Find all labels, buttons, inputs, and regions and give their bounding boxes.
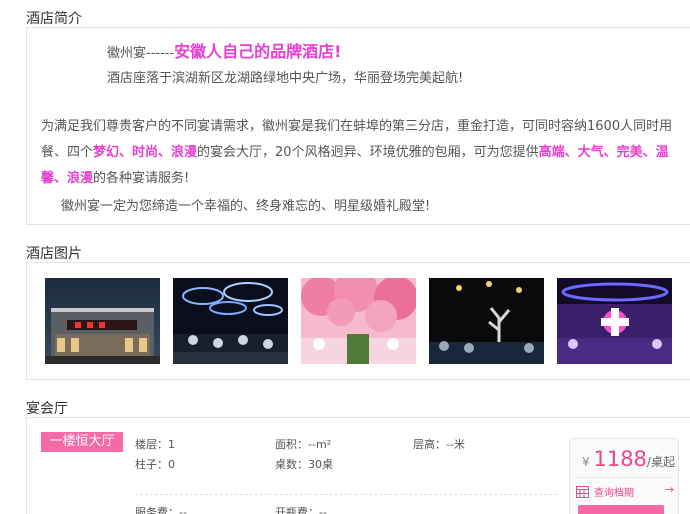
hall-tables: 桌数：30桌: [275, 458, 333, 471]
price-unit: /桌起: [646, 455, 675, 469]
hotel-photo-exterior[interactable]: [45, 278, 160, 364]
banquet-section-title: 宴会厅: [26, 401, 68, 417]
para1-line1: 为满足我们尊贵客户的不同宴请需求，徽州宴是我们在蚌埠的第三分店，重金打造，可同时…: [41, 119, 673, 134]
slogan-prefix: 徽州宴------: [107, 46, 175, 61]
hall-name-tag[interactable]: 一楼恒大厅: [41, 432, 123, 452]
hall-pillars: 柱子：0: [135, 458, 175, 471]
hotel-photo-pink-hall[interactable]: [301, 278, 416, 364]
photos-section-title: 酒店图片: [26, 246, 82, 262]
para1-text-c: 的各种宴请服务!: [93, 171, 190, 186]
price-value: 1188: [593, 447, 647, 471]
hall-service-fee: 服务费：--: [135, 506, 187, 514]
intro-slogan-line: 徽州宴------安徽人自己的品牌酒店!: [107, 38, 341, 62]
calendar-icon: [576, 483, 589, 502]
spec-divider: [135, 494, 557, 495]
banquet-panel: 一楼恒大厅 楼层：1 面积：--m² 层高：--米 柱子：0 桌数：30桌 服务…: [26, 417, 690, 514]
price-box: ¥ 1188/桌起 查询档期 →: [569, 438, 679, 514]
para1-text-b: 的宴会大厅，20个风格迥异、环境优雅的包厢，可为您提供: [197, 145, 539, 160]
intro-section-title: 酒店简介: [26, 11, 82, 27]
check-schedule-label: 查询档期: [594, 488, 634, 499]
para1-highlight-3: 馨、浪漫: [41, 171, 94, 186]
hotel-photo-purple-hall[interactable]: [557, 278, 672, 364]
arrow-right-icon: →: [664, 483, 674, 496]
hotel-photo-blue-hall[interactable]: [173, 278, 288, 364]
check-schedule-link[interactable]: 查询档期 →: [576, 481, 674, 501]
para1-line2: 餐、四个梦幻、时尚、浪漫的宴会大厅，20个风格迥异、环境优雅的包厢，可为您提供高…: [41, 140, 681, 166]
hotel-photo-dark-hall[interactable]: [429, 278, 544, 364]
para1-line3: 馨、浪漫的各种宴请服务!: [41, 166, 681, 192]
intro-location-line: 酒店座落于滨湖新区龙湖路绿地中央广场，华丽登场完美起航!: [107, 71, 464, 86]
price-separator: [576, 477, 672, 478]
price-currency: ¥: [582, 455, 590, 469]
para1-highlight-1: 梦幻、时尚、浪漫: [93, 145, 198, 160]
hall-area: 面积：--m²: [275, 438, 332, 451]
hall-height: 层高：--米: [413, 438, 465, 451]
para1-text-a: 餐、四个: [41, 145, 94, 160]
intro-panel: 徽州宴------安徽人自己的品牌酒店! 酒店座落于滨湖新区龙湖路绿地中央广场，…: [26, 27, 690, 225]
hall-floor: 楼层：1: [135, 438, 175, 451]
price: ¥ 1188/桌起: [582, 447, 675, 471]
slogan: 安徽人自己的品牌酒店!: [174, 42, 342, 61]
para1-highlight-2: 高端、大气、完美、温: [538, 145, 669, 160]
hall-corkage-fee: 开瓶费：--: [275, 506, 327, 514]
intro-paragraph-2: 徽州宴一定为您缔造一个幸福的、终身难忘的、明星级婚礼殿堂!: [61, 199, 431, 214]
intro-paragraph-1: 为满足我们尊贵客户的不同宴请需求，徽州宴是我们在蚌埠的第三分店，重金打造，可同时…: [41, 114, 681, 192]
photos-panel: [26, 262, 690, 380]
book-button[interactable]: [578, 505, 664, 514]
